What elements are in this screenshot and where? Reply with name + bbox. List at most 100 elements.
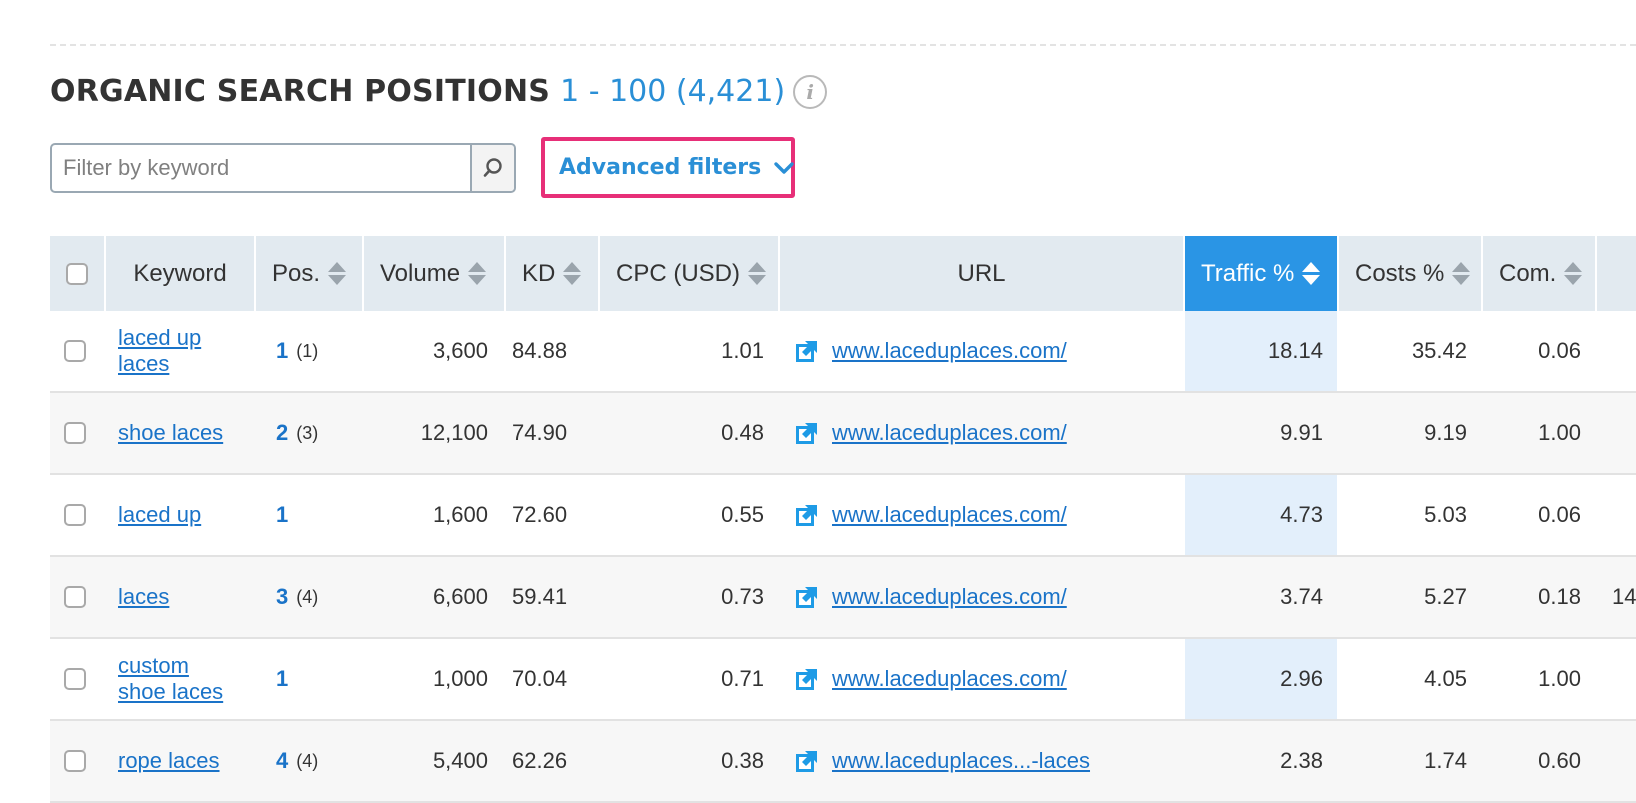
com-cell: 0.18	[1483, 557, 1581, 637]
advanced-filters-button[interactable]: Advanced filters	[541, 137, 795, 198]
keyword-link[interactable]: custom shoe laces	[118, 653, 238, 705]
keyword-link[interactable]: shoe laces	[118, 420, 238, 446]
keyword-cell: laces	[118, 557, 248, 637]
costs-value: 5.03	[1424, 502, 1467, 527]
url-link[interactable]: www.laceduplaces.com/	[832, 666, 1067, 692]
sort-icon	[563, 262, 582, 285]
table-row: laces 3 (4) 6,600 59.41 0.73 www.laceduplaces.…	[50, 557, 1636, 639]
results-range: 1 - 100 (4,421)	[560, 74, 786, 109]
header-select-all	[50, 236, 104, 311]
volume-value: 12,100	[420, 420, 488, 445]
costs-cell: 1.74	[1339, 721, 1467, 801]
com-cell: 0.06	[1483, 311, 1581, 391]
row-checkbox[interactable]	[64, 422, 86, 444]
kd-cell: 62.26	[512, 721, 602, 801]
section-header: ORGANIC SEARCH POSITIONS 1 - 100 (4,421)…	[50, 74, 828, 109]
url-link[interactable]: www.laceduplaces...-laces	[832, 748, 1090, 774]
volume-cell: 5,400	[364, 721, 488, 801]
table-row: laced up 1 1,600 72.60 0.55 www.laceduplaces.…	[50, 475, 1636, 557]
kd-value: 72.60	[512, 502, 568, 527]
url-cell: www.laceduplaces.com/	[794, 475, 1184, 555]
cpc-cell: 0.73	[600, 557, 764, 637]
header-label: Volume	[380, 259, 461, 287]
table-header: Keyword Pos. Volume KD CPC (USD) URL Tra…	[50, 236, 1636, 311]
sort-icon	[1302, 262, 1321, 285]
costs-value: 35.42	[1411, 338, 1467, 363]
traffic-value: 4.73	[1280, 502, 1323, 527]
kd-value: 62.26	[512, 748, 568, 773]
keyword-cell: rope laces	[118, 721, 248, 801]
position-cell: 1	[276, 475, 366, 555]
url-link[interactable]: www.laceduplaces.com/	[832, 502, 1067, 528]
volume-cell: 6,600	[364, 557, 488, 637]
keyword-link[interactable]: laces	[118, 584, 238, 610]
row-checkbox[interactable]	[64, 668, 86, 690]
advanced-filters-label: Advanced filters	[559, 155, 762, 180]
header-label: Traffic %	[1201, 259, 1295, 287]
position-cell: 1	[276, 639, 366, 719]
header-cpc[interactable]: CPC (USD)	[600, 236, 778, 311]
search-button[interactable]	[470, 145, 514, 191]
kd-cell: 70.04	[512, 639, 602, 719]
info-icon[interactable]: i	[793, 74, 828, 109]
volume-cell: 12,100	[364, 393, 488, 473]
keyword-link[interactable]: rope laces	[118, 748, 238, 774]
external-link-icon[interactable]	[794, 584, 820, 610]
keyword-filter: Filter by keyword	[50, 143, 516, 193]
traffic-cell: 18.14	[1185, 311, 1323, 391]
header-keyword[interactable]: Keyword	[106, 236, 254, 311]
row-checkbox[interactable]	[64, 750, 86, 772]
keyword-link[interactable]: laced up	[118, 502, 238, 528]
header-label: Keyword	[133, 259, 227, 287]
header-traffic[interactable]: Traffic %	[1185, 236, 1337, 311]
costs-cell: 9.19	[1339, 393, 1467, 473]
external-link-icon[interactable]	[794, 666, 820, 692]
cpc-cell: 0.48	[600, 393, 764, 473]
header-volume[interactable]: Volume	[364, 236, 504, 311]
header-kd[interactable]: KD	[506, 236, 598, 311]
kd-value: 74.90	[512, 420, 568, 445]
url-link[interactable]: www.laceduplaces.com/	[832, 584, 1067, 610]
header-label: URL	[957, 259, 1006, 287]
row-checkbox[interactable]	[64, 340, 86, 362]
traffic-cell: 2.38	[1185, 721, 1323, 801]
header-pos[interactable]: Pos.	[256, 236, 362, 311]
header-url[interactable]: URL	[780, 236, 1183, 311]
keyword-cell: shoe laces	[118, 393, 248, 473]
url-link[interactable]: www.laceduplaces.com/	[832, 420, 1067, 446]
costs-value: 5.27	[1424, 584, 1467, 609]
volume-cell: 1,000	[364, 639, 488, 719]
header-next	[1597, 236, 1636, 311]
row-checkbox[interactable]	[64, 586, 86, 608]
header-com[interactable]: Com.	[1483, 236, 1595, 311]
traffic-value: 9.91	[1280, 420, 1323, 445]
position-value: 1	[276, 338, 289, 363]
position-value: 3	[276, 584, 289, 609]
external-link-icon[interactable]	[794, 338, 820, 364]
select-all-checkbox[interactable]	[66, 262, 88, 285]
position-value: 2	[276, 420, 289, 445]
kd-value: 84.88	[512, 338, 568, 363]
position-cell: 3 (4)	[276, 557, 366, 637]
header-costs[interactable]: Costs %	[1339, 236, 1481, 311]
url-link[interactable]: www.laceduplaces.com/	[832, 338, 1067, 364]
external-link-icon[interactable]	[794, 502, 820, 528]
next-column-cell	[1612, 475, 1636, 555]
external-link-icon[interactable]	[794, 420, 820, 446]
row-checkbox[interactable]	[64, 504, 86, 526]
next-column-value: 14	[1612, 584, 1636, 609]
keyword-link[interactable]: laced up laces	[118, 325, 238, 377]
table-row: laced up laces 1 (1) 3,600 84.88 1.01 www.lace…	[50, 311, 1636, 393]
external-link-icon[interactable]	[794, 748, 820, 774]
sort-icon	[748, 262, 766, 285]
next-column-cell	[1612, 393, 1636, 473]
cpc-value: 0.73	[721, 584, 764, 609]
row-checkbox-cell	[64, 721, 94, 801]
com-value: 1.00	[1538, 420, 1581, 445]
com-value: 0.60	[1538, 748, 1581, 773]
position-value: 1	[276, 502, 289, 527]
filter-input[interactable]: Filter by keyword	[52, 145, 470, 191]
cpc-cell: 0.71	[600, 639, 764, 719]
url-cell: www.laceduplaces.com/	[794, 557, 1184, 637]
position-value: 1	[276, 666, 289, 691]
